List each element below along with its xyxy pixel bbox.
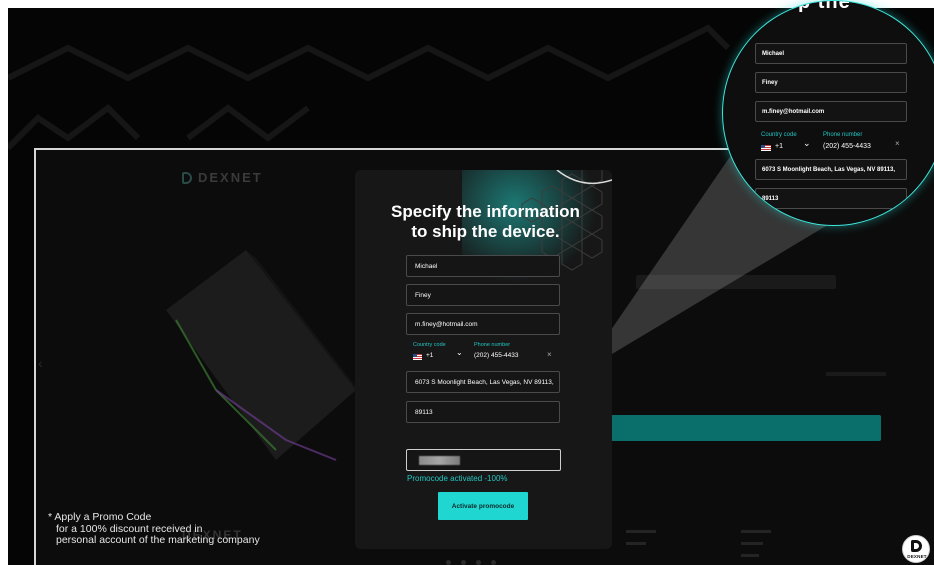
footer-link (741, 530, 771, 533)
email-field[interactable]: m.finey@hotmail.com (406, 313, 560, 335)
zoom-country-code-label: Country code (761, 132, 797, 138)
country-code-select[interactable]: +1 (426, 352, 433, 359)
close-icon[interactable]: × (547, 350, 552, 359)
us-flag-icon (413, 354, 422, 360)
social-icon (476, 560, 481, 565)
footer-link (626, 542, 646, 545)
promocode-input[interactable] (406, 449, 561, 471)
hero-heading-placeholder (636, 275, 836, 289)
dexnet-logo-icon (911, 540, 922, 552)
zoom-first-name-field: Michael (755, 43, 907, 64)
first-name-field[interactable]: Michael (406, 255, 560, 277)
footer-link (741, 542, 763, 545)
zoom-zip-field: 89113 (755, 188, 907, 209)
promo-footnote: * Apply a Promo Code for a 100% discount… (48, 511, 260, 547)
zoom-phone-row: Country code +1 ⌄ Phone number (202) 455… (755, 129, 907, 157)
chevron-down-icon[interactable]: ⌄ (456, 348, 463, 357)
zoom-title-fragment: p the (798, 0, 851, 13)
zoom-phone-number-value: (202) 455-4433 (823, 143, 871, 150)
zoom-address-field: 6073 S Moonlight Beach, Las Vegas, NV 89… (755, 159, 907, 180)
phone-number-label: Phone number (474, 342, 511, 348)
close-icon: × (895, 139, 900, 148)
zoom-magnifier: p the Michael Finey m.finey@hotmail.com … (722, 0, 934, 226)
promocode-status: Promocode activated -100% (407, 474, 508, 483)
promo-footnote-line: * Apply a Promo Code (48, 511, 152, 523)
social-icon (461, 560, 466, 565)
zoom-last-name-field: Finey (755, 72, 907, 93)
country-code-label: Country code (413, 342, 446, 348)
footer-link (626, 530, 656, 533)
shipping-modal: Specify the information to ship the devi… (355, 170, 612, 549)
chevron-down-icon: ⌄ (803, 138, 811, 148)
footer-link (741, 554, 759, 557)
device-image (166, 250, 366, 461)
modal-title-line: Specify the information (391, 202, 580, 221)
zoom-email-field: m.finey@hotmail.com (755, 101, 907, 122)
zip-field[interactable]: 89113 (406, 401, 560, 423)
zoom-country-code-value: +1 (775, 143, 783, 150)
dexnet-badge[interactable]: DEXNET (902, 535, 930, 563)
zoom-phone-number-label: Phone number (823, 132, 863, 138)
modal-title: Specify the information to ship the devi… (373, 202, 598, 242)
badge-text: DEXNET (907, 554, 927, 559)
phone-number-input[interactable]: (202) 455-4433 (474, 352, 518, 359)
site-logo: DEXNET (182, 170, 263, 185)
carousel-prev-icon: ‹ (38, 355, 43, 371)
promocode-redacted-value (419, 456, 460, 465)
activate-promocode-button[interactable]: Activate promocode (438, 492, 528, 520)
hero-small-text-placeholder (826, 372, 886, 376)
last-name-field[interactable]: Finey (406, 284, 560, 306)
phone-row: Country code +1 ⌄ Phone number (202) 455… (406, 342, 560, 366)
us-flag-icon (761, 145, 771, 151)
dexnet-logo-icon (182, 172, 192, 184)
social-icon (491, 560, 496, 565)
promo-footnote-line: personal account of the marketing compan… (56, 534, 260, 546)
modal-title-line: to ship the device. (411, 222, 560, 241)
hero-cta-button (611, 415, 881, 441)
social-icon (446, 560, 451, 565)
address-field[interactable]: 6073 S Moonlight Beach, Las Vegas, NV 89… (406, 371, 560, 393)
